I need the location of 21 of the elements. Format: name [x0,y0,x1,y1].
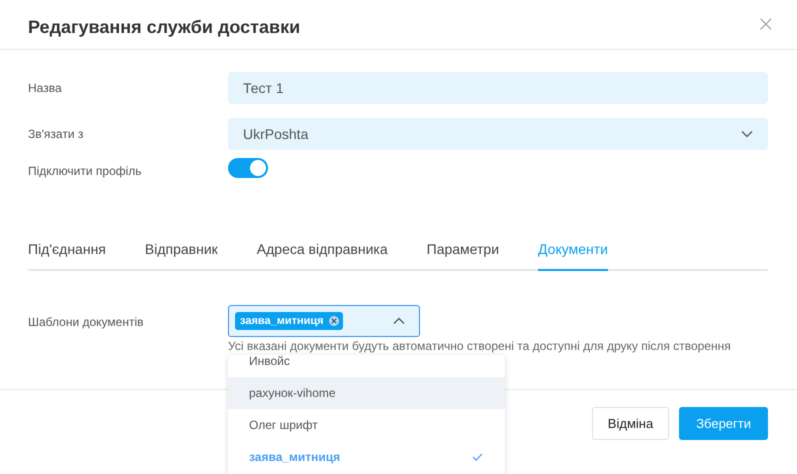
tab[interactable]: Адреса відправника [256,241,388,269]
field-label: Зв'язати з [28,127,84,141]
tab[interactable]: Під'єднання [28,241,106,269]
field-label: Підключити профіль [28,164,143,178]
select-field[interactable]: UkrPoshta [228,118,768,150]
chevron-down-icon [741,130,753,138]
tab[interactable]: Параметри [426,241,500,269]
dropdown-option[interactable]: Инвойс [228,355,505,377]
tab[interactable]: Відправник [144,241,218,269]
field-label: Шаблони документів [28,314,144,329]
check-icon [472,453,483,461]
toggle-switch[interactable] [228,158,268,178]
input-field[interactable]: Тест 1 [228,72,768,104]
dialog-title: Редагування служби доставки [28,17,300,38]
dropdown-option[interactable]: Олег шрифт [228,409,505,441]
chevron-up-icon [393,317,405,325]
hint-text: Усі вказані документи будуть автоматично створені та доступні для друку після створення [228,339,732,353]
cancel-button[interactable]: Відміна [592,407,670,440]
field-label: Назва [28,81,63,95]
remove-icon[interactable] [328,316,339,326]
dropdown-option[interactable]: рахунок-vihome [228,377,505,409]
